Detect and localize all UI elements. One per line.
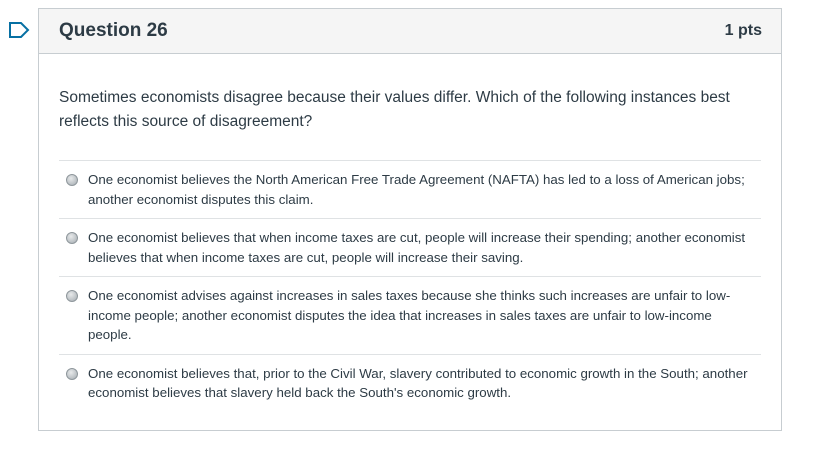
question-text: Sometimes economists disagree because th… — [59, 89, 730, 130]
question-card: Question 26 1 pts Sometimes economists d… — [38, 8, 782, 431]
answer-list: One economist believes the North America… — [59, 160, 761, 412]
question-body: Sometimes economists disagree because th… — [39, 54, 781, 412]
answer-option-3[interactable]: One economist advises against increases … — [59, 277, 761, 355]
flag-question-icon[interactable] — [8, 21, 30, 39]
answer-option-4[interactable]: One economist believes that, prior to th… — [59, 355, 761, 412]
question-header: Question 26 1 pts — [39, 9, 781, 54]
answer-option-2[interactable]: One economist believes that when income … — [59, 219, 761, 277]
question-title: Question 26 — [59, 20, 168, 41]
answer-label[interactable]: One economist believes that, prior to th… — [88, 364, 761, 403]
answer-option-1[interactable]: One economist believes the North America… — [59, 161, 761, 219]
answer-label[interactable]: One economist believes that when income … — [88, 228, 761, 267]
radio-unselected-icon[interactable] — [66, 174, 78, 186]
answer-label[interactable]: One economist believes the North America… — [88, 170, 761, 209]
question-points: 1 pts — [724, 22, 762, 39]
radio-unselected-icon[interactable] — [66, 232, 78, 244]
radio-unselected-icon[interactable] — [66, 367, 78, 380]
answer-label[interactable]: One economist advises against increases … — [88, 286, 761, 345]
radio-unselected-icon[interactable] — [66, 290, 78, 302]
